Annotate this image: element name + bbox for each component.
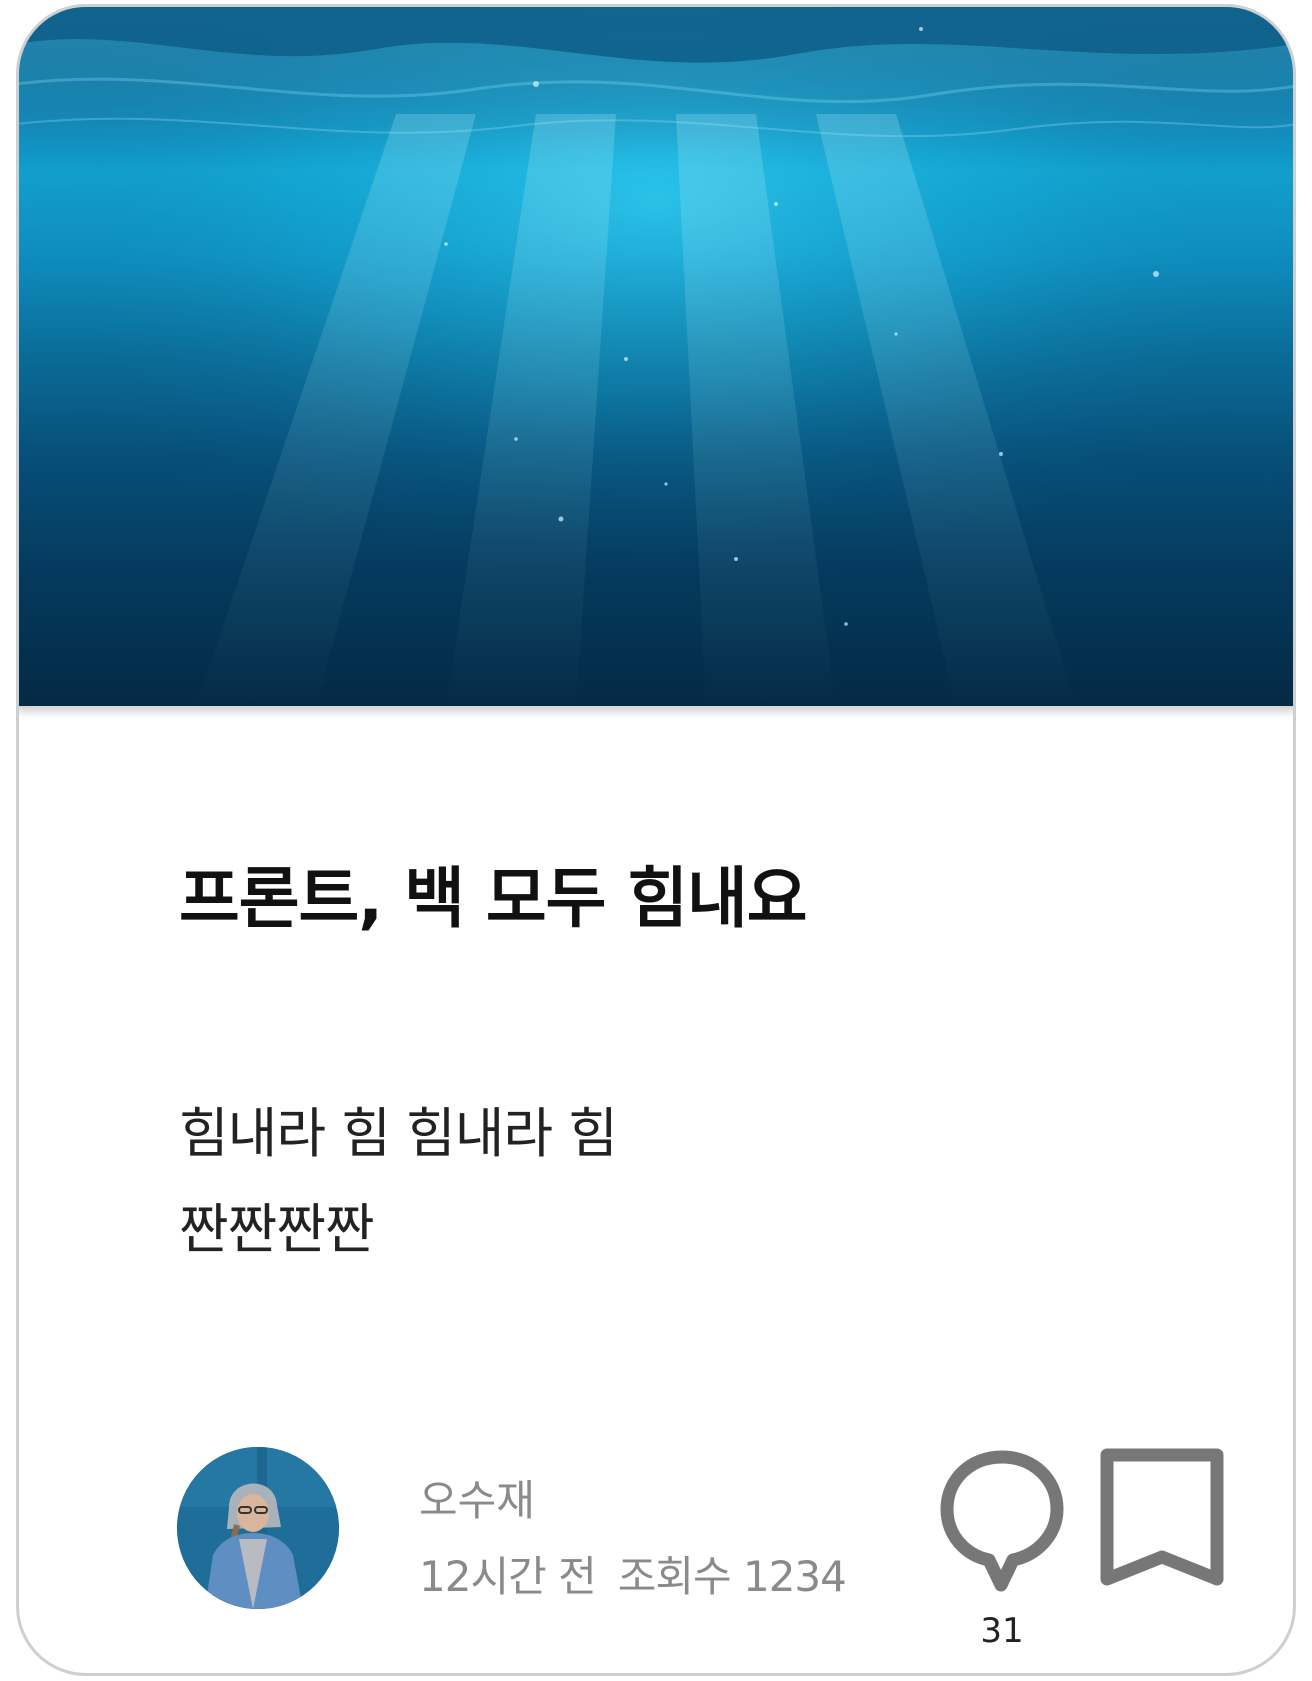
- post-views: 조회수 1234: [617, 1552, 847, 1601]
- post-title[interactable]: 프론트, 백 모두 힘내요: [179, 845, 807, 941]
- post-meta: 12시간 전 조회수 1234: [419, 1543, 847, 1604]
- author-name[interactable]: 오수재: [419, 1467, 535, 1528]
- post-time: 12시간 전: [419, 1552, 597, 1601]
- bookmark-icon: [1100, 1448, 1224, 1586]
- comment-button[interactable]: [937, 1447, 1067, 1597]
- comment-icon: [940, 1450, 1064, 1592]
- author-avatar[interactable]: [177, 1447, 339, 1609]
- post-body-line: 힘내라 힘 힘내라 힘: [179, 1102, 618, 1165]
- post-card[interactable]: 프론트, 백 모두 힘내요 힘내라 힘 힘내라 힘 짠짠짠짠 오수재 12시간 …: [16, 4, 1296, 1676]
- post-hero-image: [19, 7, 1293, 706]
- comment-count: 31: [980, 1611, 1024, 1651]
- post-body-line: 짠짠짠짠: [179, 1198, 375, 1261]
- bookmark-button[interactable]: [1097, 1447, 1227, 1591]
